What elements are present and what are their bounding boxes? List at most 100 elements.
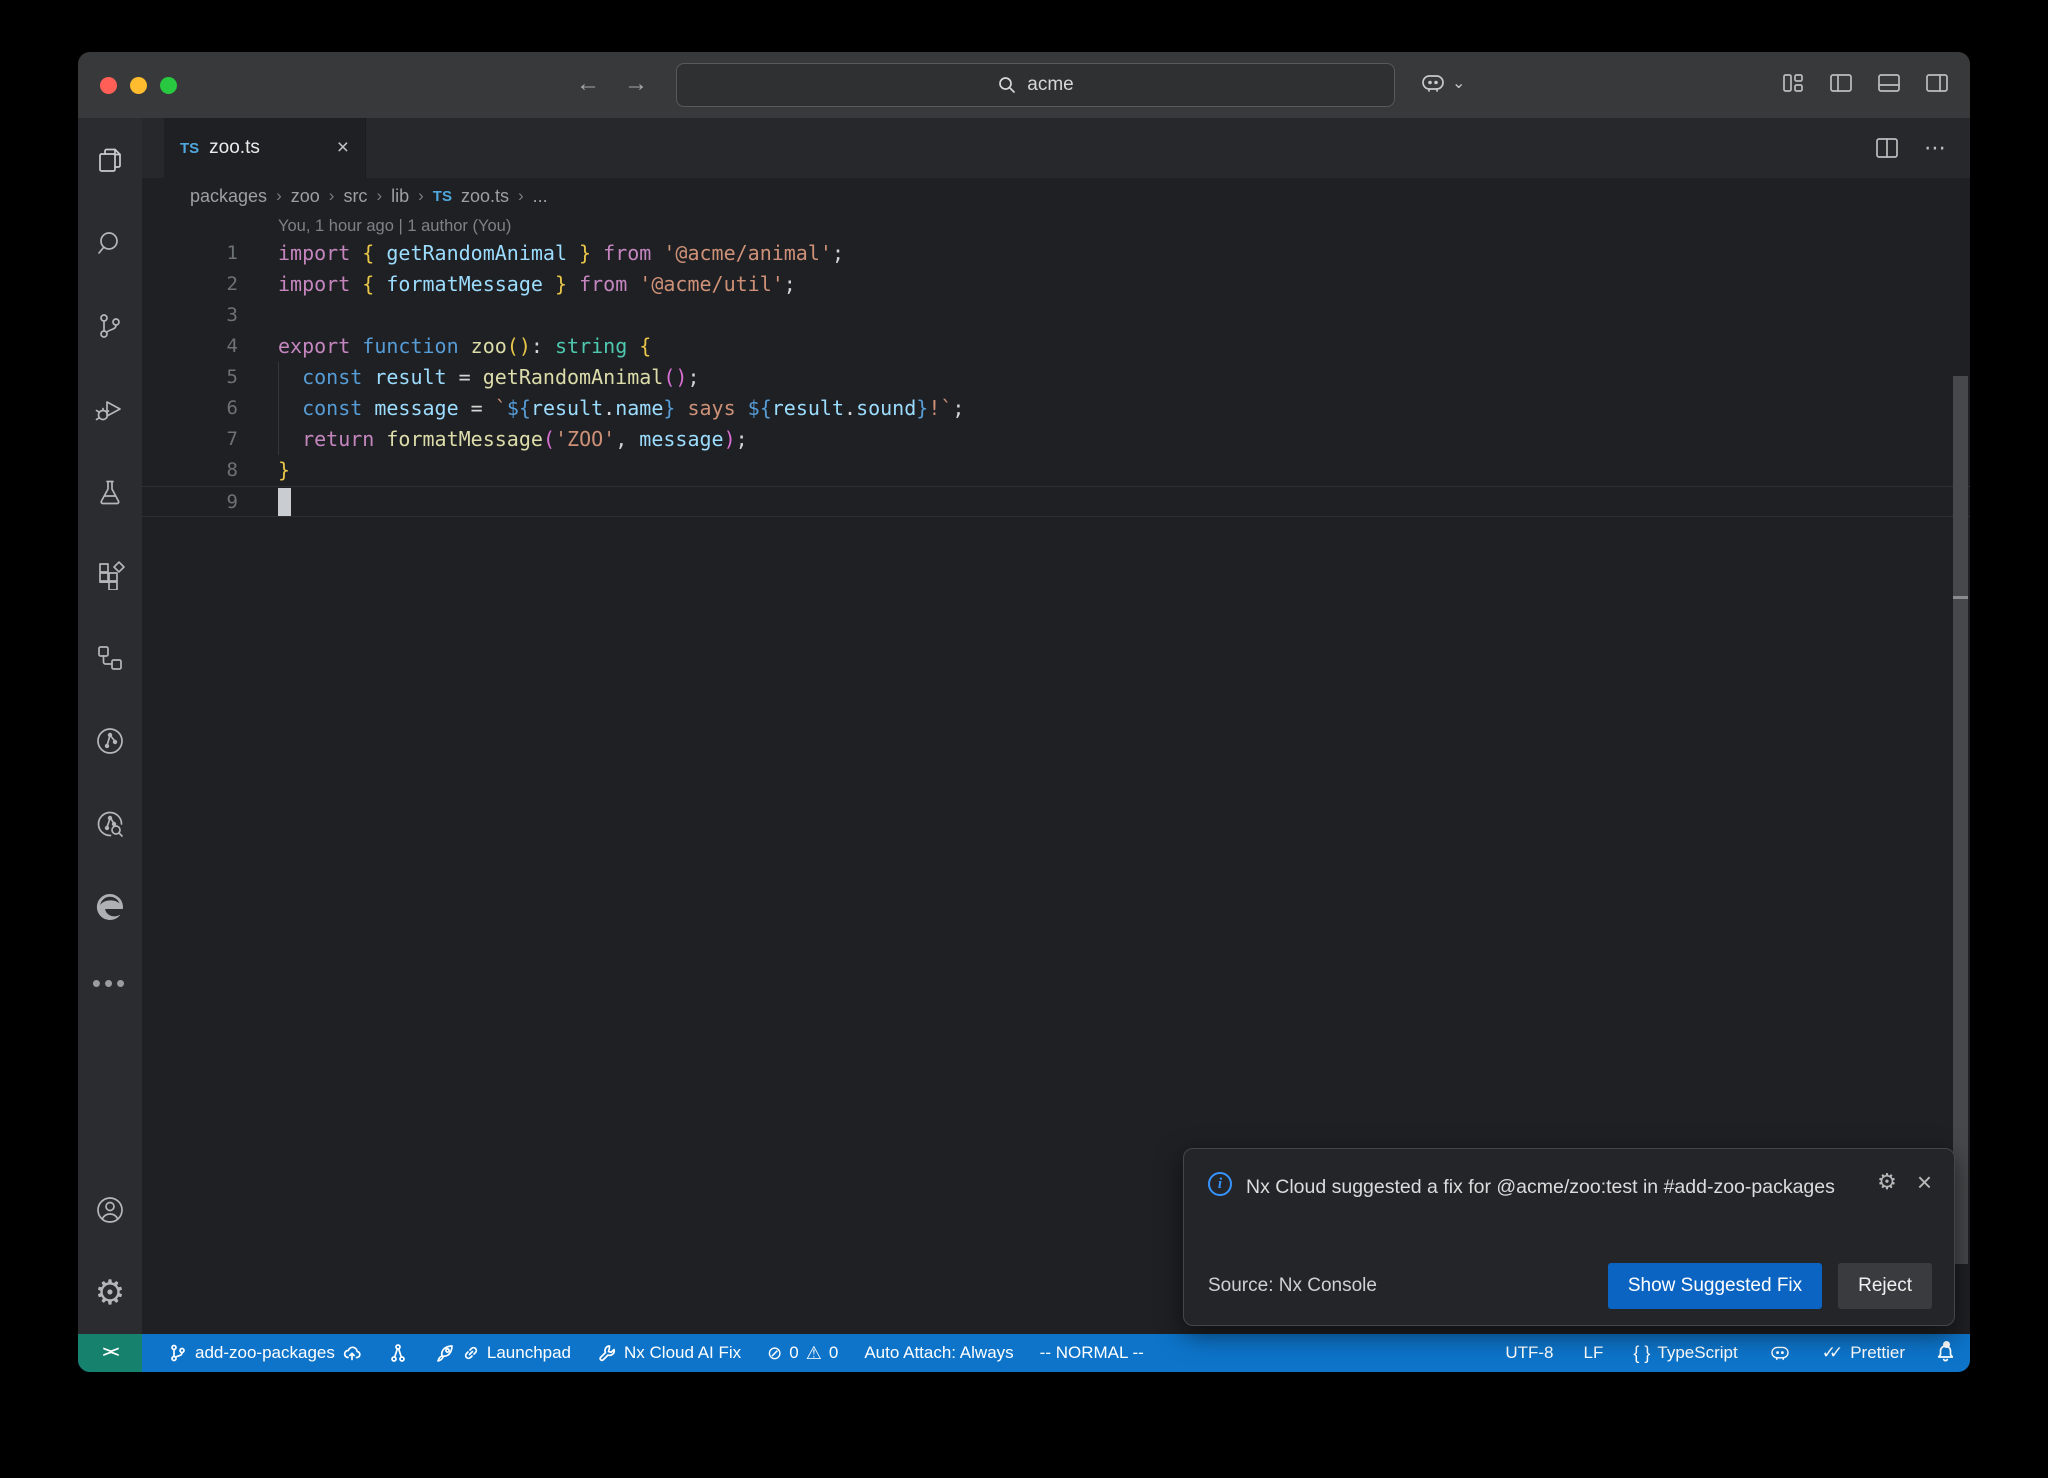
nx-graph-status[interactable] [388,1343,408,1363]
status-bar: >< add-zoo-packages [78,1334,1970,1372]
settings-gear-icon[interactable]: ⚙ [78,1251,142,1334]
close-tab-icon[interactable]: × [337,136,349,160]
info-icon: i [1208,1172,1232,1196]
git-branch-status[interactable]: add-zoo-packages [168,1343,362,1363]
warnings-icon: ⚠ [806,1344,822,1362]
errors-icon: ⊘ [767,1344,782,1362]
code-line[interactable]: 8} [142,455,1970,486]
code-line[interactable]: 4export function zoo(): string { [142,331,1970,362]
breadcrumb: packages › zoo › src › lib › TS zoo.ts ›… [142,178,1970,214]
toggle-panel-icon[interactable] [1876,70,1902,96]
code-line[interactable]: 1import { getRandomAnimal } from '@acme/… [142,238,1970,269]
line-number: 8 [142,455,238,486]
copilot-status[interactable] [1768,1341,1792,1365]
line-content: import { formatMessage } from '@acme/uti… [278,269,796,300]
show-suggested-fix-button[interactable]: Show Suggested Fix [1608,1263,1822,1309]
braces-icon: { } [1633,1344,1650,1362]
breadcrumb-item[interactable]: src [343,186,367,207]
reject-button[interactable]: Reject [1838,1263,1932,1309]
zoom-window-button[interactable] [160,77,177,94]
search-query: acme [1027,74,1073,96]
notification-close-icon[interactable]: × [1917,1171,1932,1193]
command-center-search[interactable]: acme [676,63,1395,107]
line-number: 6 [142,393,238,424]
line-content [278,487,291,516]
launchpad-status[interactable]: Launchpad [434,1343,571,1364]
copilot-menu[interactable]: ⌄ [1418,68,1465,98]
notification-source: Source: Nx Console [1208,1275,1377,1297]
nx-project-graph-icon[interactable] [78,699,142,782]
back-button[interactable]: ← [576,70,600,98]
line-content: return formatMessage('ZOO', message); [278,424,748,455]
search-sidebar-icon[interactable] [78,201,142,284]
toggle-secondary-sidebar-icon[interactable] [1924,70,1950,96]
edge-browser-icon[interactable] [78,865,142,948]
breadcrumb-more[interactable]: ... [533,186,548,207]
prettier-status[interactable]: ✓✓ Prettier [1822,1343,1905,1363]
breadcrumb-file[interactable]: zoo.ts [461,186,509,207]
line-number: 7 [142,424,238,455]
editor-scrollbar[interactable] [1953,376,1968,1264]
explorer-icon[interactable] [78,118,142,201]
tab-zoo-ts[interactable]: TS zoo.ts × [164,118,366,178]
notification-message: Nx Cloud suggested a fix for @acme/zoo:t… [1246,1169,1846,1205]
split-editor-icon[interactable] [1874,135,1900,161]
line-content: const result = getRandomAnimal(); [278,362,699,393]
problems-status[interactable]: ⊘ 0 ⚠ 0 [767,1343,838,1363]
chevron-down-icon: ⌄ [1452,73,1465,93]
window-controls [100,77,177,94]
forward-button[interactable]: → [624,70,648,98]
nx-console-icon[interactable] [78,616,142,699]
line-content: const message = `${result.name} says ${r… [278,393,964,424]
encoding-status[interactable]: UTF-8 [1505,1343,1553,1363]
copilot-icon [1418,68,1448,98]
remote-indicator[interactable]: >< [78,1334,142,1372]
account-icon[interactable] [78,1168,142,1251]
vim-mode-status[interactable]: -- NORMAL -- [1040,1343,1144,1363]
code-line[interactable]: 3 [142,300,1970,331]
notification-toast: i Nx Cloud suggested a fix for @acme/zoo… [1183,1148,1955,1326]
overview-ruler-cursor-marker [1953,596,1968,599]
code-line[interactable]: 5 const result = getRandomAnimal(); [142,362,1970,393]
vim-block-cursor [278,488,291,516]
code-line[interactable]: 6 const message = `${result.name} says $… [142,393,1970,424]
minimize-window-button[interactable] [130,77,147,94]
code-line[interactable]: 7 return formatMessage('ZOO', message); [142,424,1970,455]
graph-icon [388,1343,408,1363]
git-branch-icon [168,1343,188,1363]
breadcrumb-item[interactable]: lib [391,186,409,207]
customize-layout-icon[interactable] [1780,70,1806,96]
title-bar: ← → acme ⌄ [78,52,1970,118]
line-content: export function zoo(): string { [278,331,651,362]
run-debug-icon[interactable] [78,367,142,450]
source-control-icon[interactable] [78,284,142,367]
breadcrumb-item[interactable]: zoo [291,186,320,207]
breadcrumb-item[interactable]: packages [190,186,267,207]
code-line[interactable]: 9 [142,486,1970,517]
link-icon [462,1344,480,1362]
toggle-primary-sidebar-icon[interactable] [1828,70,1854,96]
line-number: 5 [142,362,238,393]
notification-settings-icon[interactable]: ⚙ [1877,1169,1897,1195]
typescript-file-icon: TS [180,140,199,157]
code-lines: 1import { getRandomAnimal } from '@acme/… [142,238,1970,517]
nx-cloud-ai-fix-status[interactable]: Nx Cloud AI Fix [597,1343,741,1363]
copilot-icon [1768,1341,1792,1365]
testing-icon[interactable] [78,450,142,533]
double-check-icon: ✓✓ [1822,1343,1844,1363]
auto-attach-status[interactable]: Auto Attach: Always [864,1343,1013,1363]
code-line[interactable]: 2 import { formatMessage } from '@acme/ut… [142,269,1970,300]
eol-status[interactable]: LF [1584,1343,1604,1363]
close-window-button[interactable] [100,77,117,94]
notification-dot [1943,1341,1950,1348]
editor-more-actions-icon[interactable]: ⋯ [1924,135,1946,161]
indent-guide [278,362,279,455]
more-views-icon[interactable]: ••• [92,948,128,1018]
language-mode-status[interactable]: { } TypeScript [1633,1343,1737,1363]
extensions-icon[interactable] [78,533,142,616]
activity-bar: ••• ⚙ [78,118,142,1334]
line-number: 2 [142,269,238,300]
nx-graph-search-icon[interactable] [78,782,142,865]
vscode-window: ← → acme ⌄ [78,52,1970,1372]
notifications-bell[interactable] [1935,1343,1956,1364]
